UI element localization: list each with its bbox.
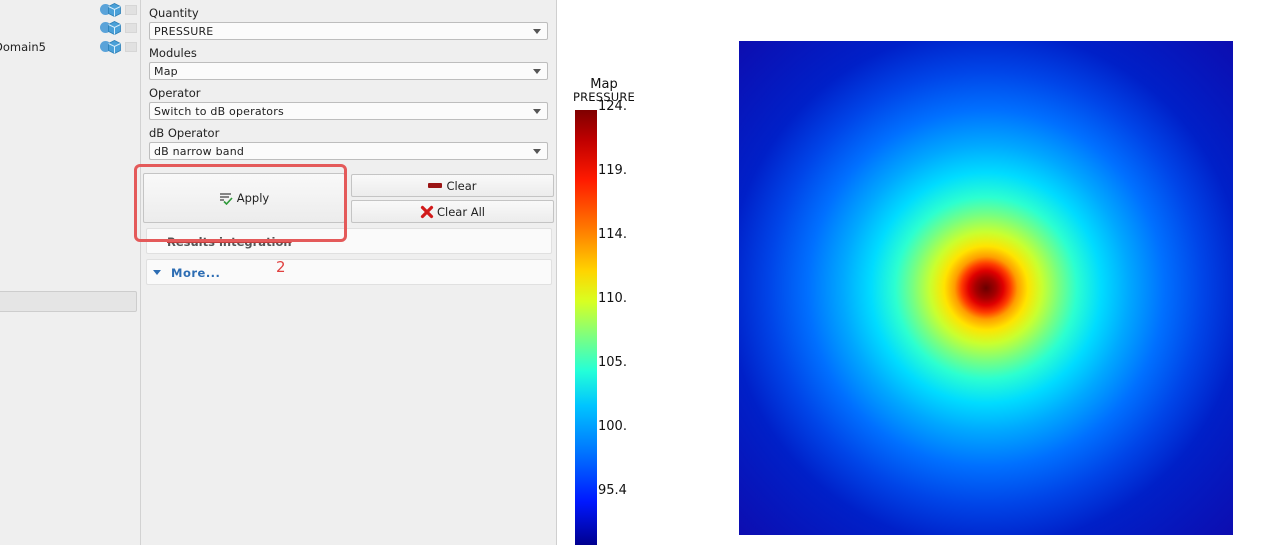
operator-label: Operator bbox=[149, 86, 201, 100]
red-x-icon bbox=[420, 205, 434, 218]
colorbar-tick-label: 95.4 bbox=[598, 483, 627, 498]
clear-icon bbox=[428, 183, 443, 188]
dropdown-arrow-icon bbox=[533, 149, 541, 154]
modules-value: Map bbox=[154, 65, 178, 78]
colorbar-tick-label: 100. bbox=[598, 419, 627, 434]
visibility-toggle-icon[interactable] bbox=[125, 5, 137, 15]
quantity-value: PRESSURE bbox=[154, 25, 214, 38]
operator-value: Switch to dB operators bbox=[154, 105, 284, 118]
tree-item[interactable] bbox=[0, 1, 140, 19]
colorbar bbox=[575, 110, 597, 545]
visibility-toggle-icon[interactable] bbox=[125, 42, 137, 52]
tree-search-input[interactable] bbox=[0, 291, 137, 312]
clear-label: Clear bbox=[446, 178, 477, 193]
quantity-label: Quantity bbox=[149, 6, 199, 20]
colorbar-tick-label: 110. bbox=[598, 291, 627, 306]
tree-item-label: Domain5 bbox=[0, 40, 46, 54]
clear-all-button[interactable]: Clear All bbox=[351, 200, 554, 223]
db-operator-label: dB Operator bbox=[149, 126, 220, 140]
visibility-toggle-icon[interactable] bbox=[125, 23, 137, 33]
more-label: More... bbox=[171, 266, 221, 280]
more-section[interactable]: More... bbox=[146, 259, 552, 285]
properties-panel: Quantity PRESSURE Modules Map Operator S… bbox=[141, 0, 557, 545]
colorbar-tick-label: 124. bbox=[598, 99, 627, 114]
modules-label: Modules bbox=[149, 46, 197, 60]
tree-item-domain5[interactable]: Domain5 bbox=[0, 38, 140, 56]
tree-item-icons bbox=[100, 3, 140, 17]
expand-triangle-icon bbox=[153, 270, 161, 275]
colorbar-tick-label: 105. bbox=[598, 355, 627, 370]
render-viewport[interactable]: Map PRESSURE 124. 119. 114. 110. 105. 10… bbox=[557, 0, 1280, 545]
db-operator-select[interactable]: dB narrow band bbox=[149, 142, 548, 160]
annotation-highlight-box bbox=[134, 164, 347, 242]
cube-icon[interactable] bbox=[108, 3, 121, 17]
tree-item-icons bbox=[100, 21, 140, 35]
tree-panel: Domain5 bbox=[0, 0, 141, 545]
dropdown-arrow-icon bbox=[533, 109, 541, 114]
colorbar-tick-label: 114. bbox=[598, 227, 627, 242]
clear-button[interactable]: Clear bbox=[351, 174, 554, 197]
modules-select[interactable]: Map bbox=[149, 62, 548, 80]
clear-all-label: Clear All bbox=[437, 204, 485, 219]
dropdown-arrow-icon bbox=[533, 69, 541, 74]
dropdown-arrow-icon bbox=[533, 29, 541, 34]
operator-select[interactable]: Switch to dB operators bbox=[149, 102, 548, 120]
cube-icon[interactable] bbox=[108, 21, 121, 35]
tree-item-icons bbox=[100, 40, 140, 54]
db-operator-value: dB narrow band bbox=[154, 145, 245, 158]
quantity-select[interactable]: PRESSURE bbox=[149, 22, 548, 40]
colorbar-tick-label: 119. bbox=[598, 163, 627, 178]
cube-icon[interactable] bbox=[108, 40, 121, 54]
annotation-number: 2 bbox=[276, 258, 286, 276]
tree-item[interactable] bbox=[0, 19, 140, 37]
pressure-map[interactable] bbox=[739, 41, 1233, 535]
